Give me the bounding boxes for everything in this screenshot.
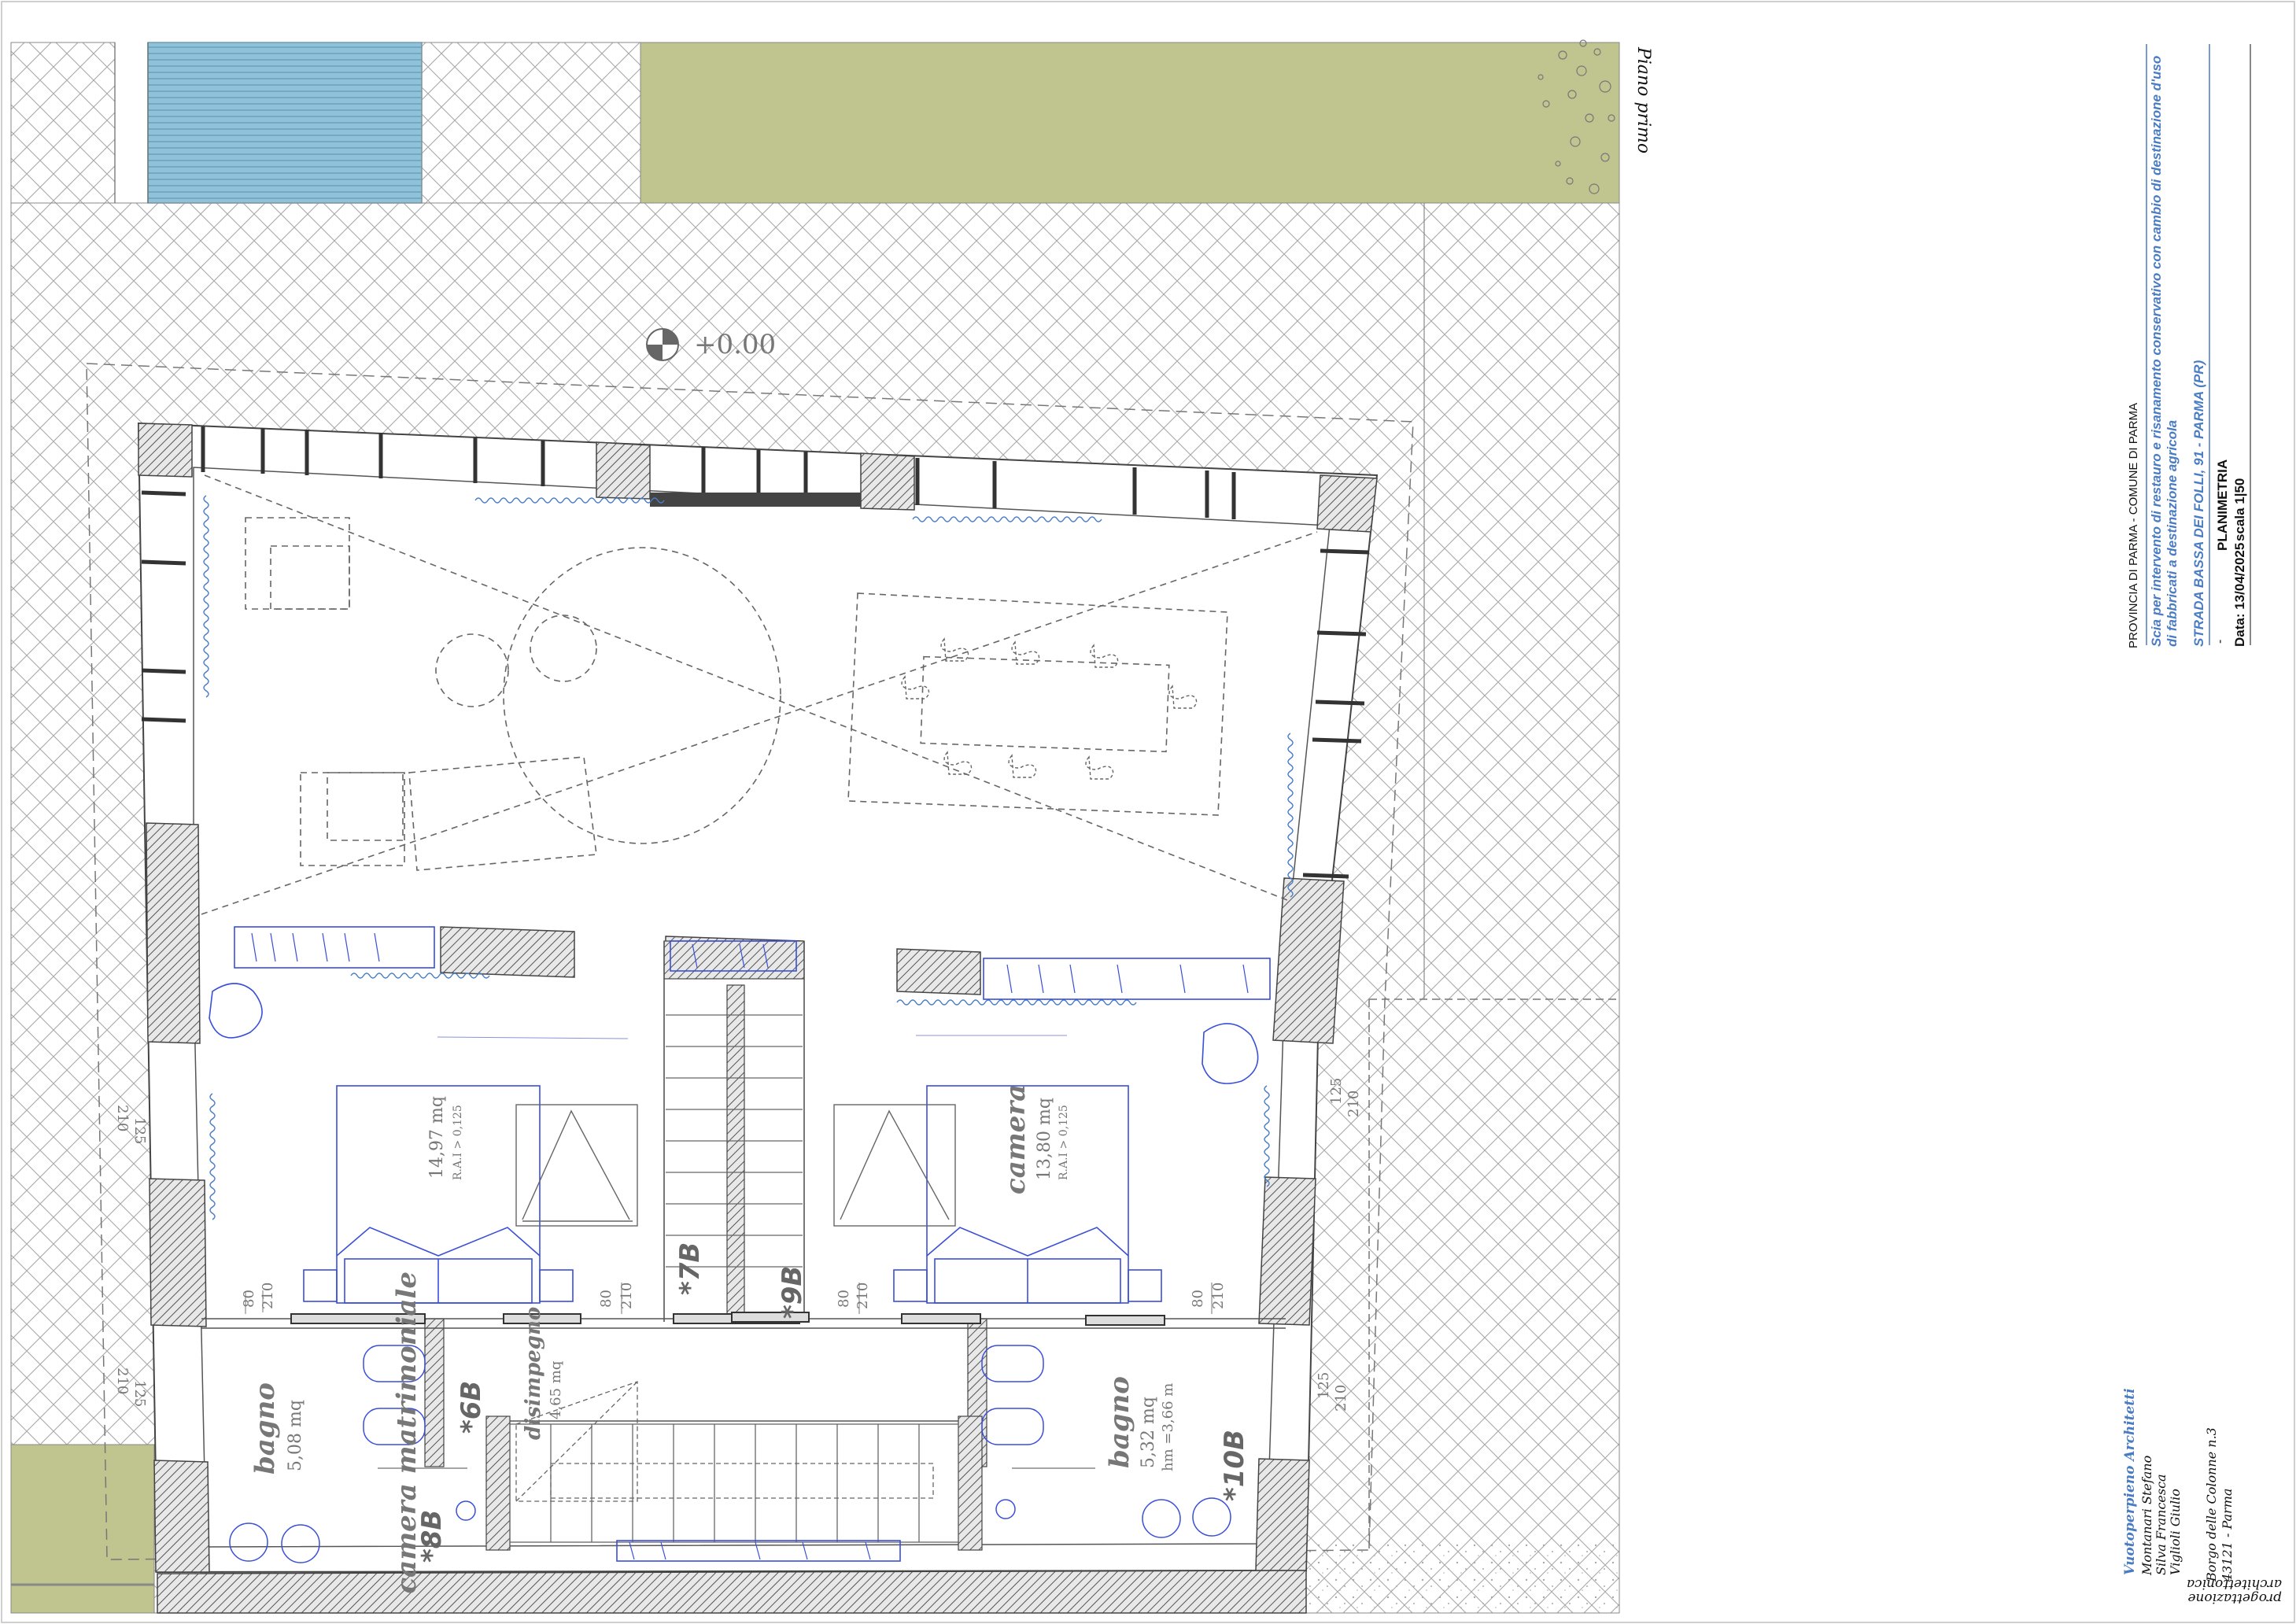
lawn-bottom	[10, 1444, 155, 1614]
authority: PROVINCIA DI PARMA - COMUNE DI PARMA	[2127, 403, 2140, 648]
svg-text:125: 125	[1328, 1078, 1345, 1105]
marker-6b: *6B	[456, 1381, 487, 1434]
room-ratio-camera-matrimoniale: R.A.I > 0,125	[452, 1105, 464, 1180]
marker-10b: *10B	[1219, 1430, 1250, 1501]
svg-text:80: 80	[598, 1290, 615, 1308]
title-dash: -	[2213, 640, 2227, 644]
drawing-scale: scala 1|50	[2232, 478, 2247, 541]
room-area-camera: 13,80 mq	[1035, 1098, 1054, 1180]
studio-city: 43121 - Parma	[2220, 1489, 2235, 1582]
studio-credits: Vuotoperpieno Architetti Montanari Stefa…	[2122, 1388, 2282, 1606]
svg-text:210: 210	[855, 1283, 871, 1309]
elevation-label: +0.00	[694, 329, 776, 360]
svg-text:210: 210	[1345, 1091, 1362, 1117]
studio-member-3: Viglioli Giulio	[2168, 1489, 2183, 1575]
svg-text:210: 210	[1210, 1283, 1227, 1309]
marker-8b: *8B	[416, 1510, 448, 1563]
studio-member-2: Silva Francesca	[2154, 1474, 2169, 1575]
floor-label: Piano primo	[1633, 46, 1653, 153]
elevation-marker: +0.00	[646, 328, 776, 361]
studio-tagline-2: architettonica	[2187, 1576, 2282, 1592]
drawing-date: Data: 13/04/2025	[2232, 543, 2247, 647]
room-name-bagno-left: bagno	[249, 1382, 281, 1475]
studio-name: Vuotoperpieno Architetti	[2122, 1388, 2138, 1575]
svg-text:125: 125	[1316, 1372, 1332, 1399]
svg-text:80: 80	[1190, 1290, 1206, 1308]
pool	[147, 42, 423, 204]
studio-member-1: Montanari Stefano	[2139, 1456, 2154, 1576]
room-ratio-camera: R.A.I > 0,125	[1058, 1105, 1070, 1180]
studio-tagline-1: progettazione	[2187, 1590, 2282, 1606]
title-block: PROVINCIA DI PARMA - COMUNE DI PARMA Sci…	[2127, 44, 2251, 648]
room-name-camera: camera	[1000, 1084, 1032, 1194]
svg-text:210: 210	[114, 1367, 131, 1394]
studio-street: Borgo delle Colonne n.3	[2204, 1427, 2219, 1582]
room-area-bagno-left: 5,08 mq	[286, 1400, 305, 1471]
room-height-bagno-right: hm =3,66 m	[1160, 1383, 1176, 1471]
lawn-top	[640, 42, 1620, 204]
svg-text:125: 125	[131, 1117, 148, 1144]
room-name-disimpegno: disimpegno	[522, 1307, 545, 1440]
marker-9b: *9B	[777, 1266, 808, 1319]
marker-7b: *7B	[674, 1242, 706, 1295]
svg-text:125: 125	[131, 1380, 148, 1407]
svg-text:80: 80	[241, 1290, 257, 1308]
site-address: STRADA BASSA DEI FOLLI, 91 - PARMA (PR)	[2191, 360, 2206, 647]
svg-text:210: 210	[618, 1283, 635, 1309]
svg-text:80: 80	[836, 1290, 852, 1308]
svg-text:210: 210	[260, 1283, 276, 1309]
room-area-camera-matrimoniale: 14,97 mq	[427, 1096, 447, 1179]
drawing-title: PLANIMETRIA	[2215, 460, 2230, 551]
project-line-2: di fabbricati a destinazione agricola	[2165, 420, 2180, 647]
svg-text:210: 210	[1333, 1385, 1349, 1412]
floor-plan-sheet: +0.00 camera matrimoniale 14,97 mq R.A.I…	[1, 1, 2295, 1623]
project-line-1: Scia per intervento di restauro e risana…	[2149, 56, 2164, 647]
room-area-disimpegno: 4,65 mq	[548, 1361, 564, 1419]
room-area-bagno-right: 5,32 mq	[1139, 1397, 1158, 1468]
room-name-bagno-right: bagno	[1104, 1376, 1135, 1468]
svg-text:210: 210	[114, 1105, 131, 1131]
